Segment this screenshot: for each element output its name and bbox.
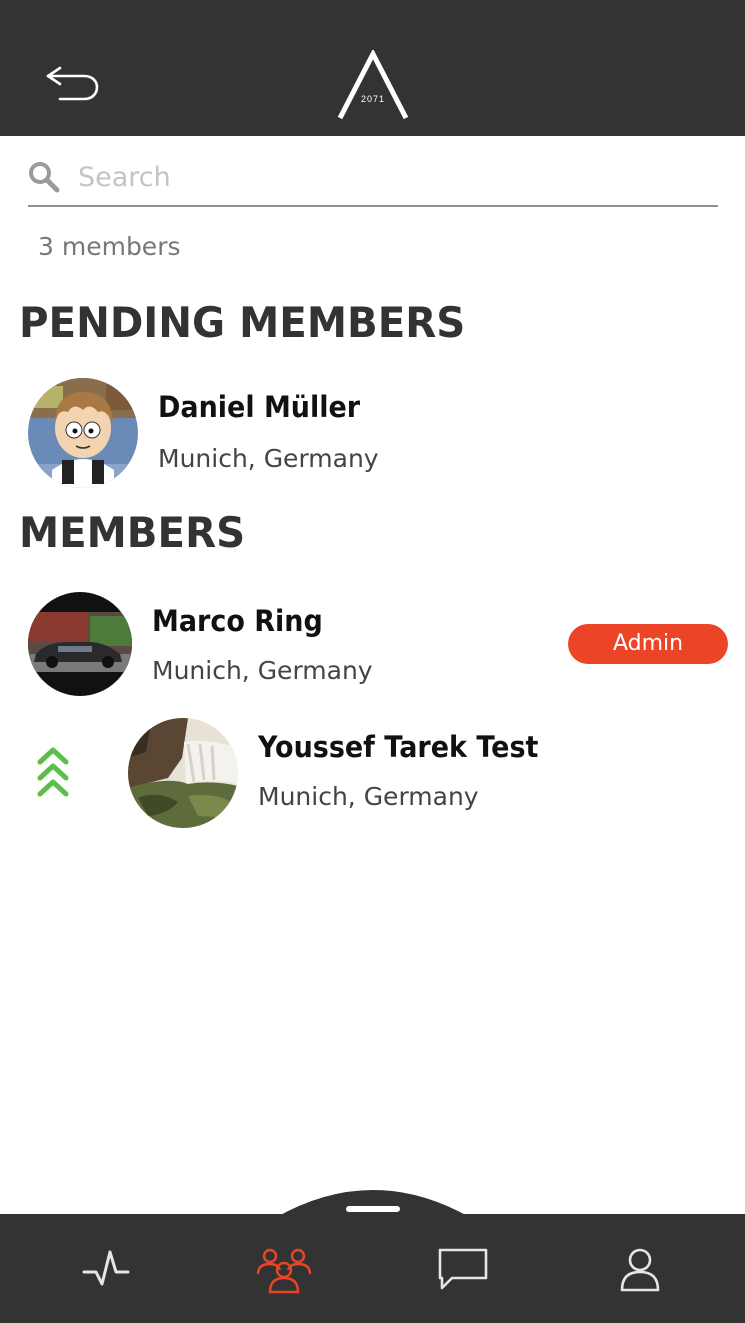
members-group-icon[interactable]	[254, 1244, 314, 1294]
avatar[interactable]	[28, 378, 138, 488]
promote-chevrons-icon[interactable]	[36, 746, 70, 802]
search-icon	[29, 162, 60, 193]
app-logo[interactable]: 2071	[336, 50, 410, 120]
pending-members-heading: PENDING MEMBERS	[19, 298, 466, 347]
member-name: Youssef Tarek Test	[258, 730, 539, 764]
member-location: Munich, Germany	[158, 444, 379, 473]
search-input[interactable]	[78, 154, 698, 200]
tab-members[interactable]	[254, 1244, 314, 1294]
admin-badge: Admin	[568, 624, 728, 664]
member-name: Marco Ring	[152, 604, 323, 638]
bottom-tab-bar	[0, 1214, 745, 1323]
member-count: 3 members	[38, 232, 181, 261]
activity-pulse-icon[interactable]	[78, 1244, 138, 1294]
logo-year: 2071	[360, 94, 386, 104]
member-location: Munich, Germany	[152, 656, 373, 685]
profile-user-icon[interactable]	[610, 1244, 670, 1294]
avatar[interactable]	[28, 592, 132, 696]
drawer-handle[interactable]	[275, 1180, 471, 1218]
back-arrow-icon[interactable]	[40, 58, 104, 108]
tab-chat[interactable]	[434, 1244, 494, 1294]
search-bar	[28, 150, 718, 207]
members-heading: MEMBERS	[19, 508, 246, 557]
top-bar: 2071	[0, 0, 745, 136]
member-name: Daniel Müller	[158, 390, 361, 424]
back-button[interactable]	[40, 58, 104, 108]
tab-activity[interactable]	[78, 1244, 138, 1294]
member-location: Munich, Germany	[258, 782, 479, 811]
chat-bubble-icon[interactable]	[434, 1244, 494, 1294]
avatar[interactable]	[128, 718, 238, 828]
tab-profile[interactable]	[610, 1244, 670, 1294]
